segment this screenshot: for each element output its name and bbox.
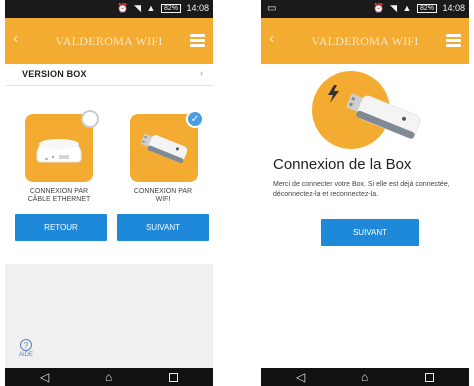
chevron-right-icon: ›: [200, 68, 203, 78]
next-button[interactable]: SUIVANT: [117, 214, 209, 241]
nav-recent-apps-icon[interactable]: [169, 373, 178, 382]
wifi-connection-option[interactable]: ✓: [130, 110, 204, 182]
battery-icon: 82%: [160, 4, 181, 13]
next-button[interactable]: SUIVANT: [321, 219, 419, 246]
menu-icon[interactable]: [446, 34, 461, 47]
page-title: Connexion de la Box: [273, 156, 412, 173]
clock-time: 14:08: [442, 3, 465, 13]
signal-icon: ▲: [402, 3, 412, 13]
system-nav-bar: ◁ ⌂: [261, 368, 469, 386]
help-label: AIDE: [19, 352, 34, 358]
status-bar: ⏰ ◥ ▲ 82% 14:08: [5, 0, 213, 18]
wifi-icon: ◥: [390, 3, 397, 13]
phone-screen-version-box: ⏰ ◥ ▲ 82% 14:08 ‹ VALDEROMA WIFI VERSION…: [5, 0, 213, 386]
nav-back-icon[interactable]: ◁: [296, 370, 305, 384]
back-button[interactable]: RETOUR: [15, 214, 107, 241]
alarm-icon: ⏰: [117, 3, 129, 13]
version-box-label: VERSION BOX: [22, 69, 87, 79]
status-bar: ▭ ⏰ ◥ ▲ 82% 14:08: [261, 0, 469, 18]
usb-wifi-dongle-icon: [346, 93, 421, 139]
app-bar: ‹ VALDEROMA WIFI: [261, 18, 469, 64]
alarm-icon: ⏰: [373, 3, 385, 13]
app-bar: ‹ VALDEROMA WIFI: [5, 18, 213, 64]
phone-screen-box-connection: ▭ ⏰ ◥ ▲ 82% 14:08 ‹ VALDEROMA WIFI Conne…: [261, 0, 469, 386]
help-icon: ?: [20, 339, 32, 351]
nav-home-icon[interactable]: ⌂: [361, 370, 368, 384]
nav-home-icon[interactable]: ⌂: [105, 370, 112, 384]
version-box-row[interactable]: VERSION BOX ›: [5, 64, 213, 86]
instruction-text: Merci de connecter votre Box. Si elle es…: [273, 181, 450, 198]
nav-back-icon[interactable]: ◁: [40, 370, 49, 384]
option-unselected-indicator[interactable]: [81, 110, 99, 128]
app-title: VALDEROMA WIFI: [55, 34, 163, 48]
clock-time: 14:08: [186, 3, 209, 13]
system-nav-bar: ◁ ⌂: [5, 368, 213, 386]
help-area: ? AIDE: [5, 264, 213, 368]
menu-icon[interactable]: [190, 34, 205, 47]
battery-icon: 82%: [416, 4, 437, 13]
ethernet-connection-option[interactable]: [25, 110, 99, 182]
signal-icon: ▲: [146, 3, 156, 13]
nav-recent-apps-icon[interactable]: [425, 373, 434, 382]
option-selected-check-icon[interactable]: ✓: [186, 110, 204, 128]
wifi-icon: ◥: [134, 3, 141, 13]
wifi-option-label: CONNEXION PAR WIFI: [133, 188, 193, 203]
ethernet-option-label: CONNEXION PAR CÂBLE ETHERNET: [27, 188, 91, 203]
notification-icon: ▭: [267, 3, 277, 14]
app-title: VALDEROMA WIFI: [311, 34, 419, 48]
help-button[interactable]: ? AIDE: [19, 339, 33, 358]
